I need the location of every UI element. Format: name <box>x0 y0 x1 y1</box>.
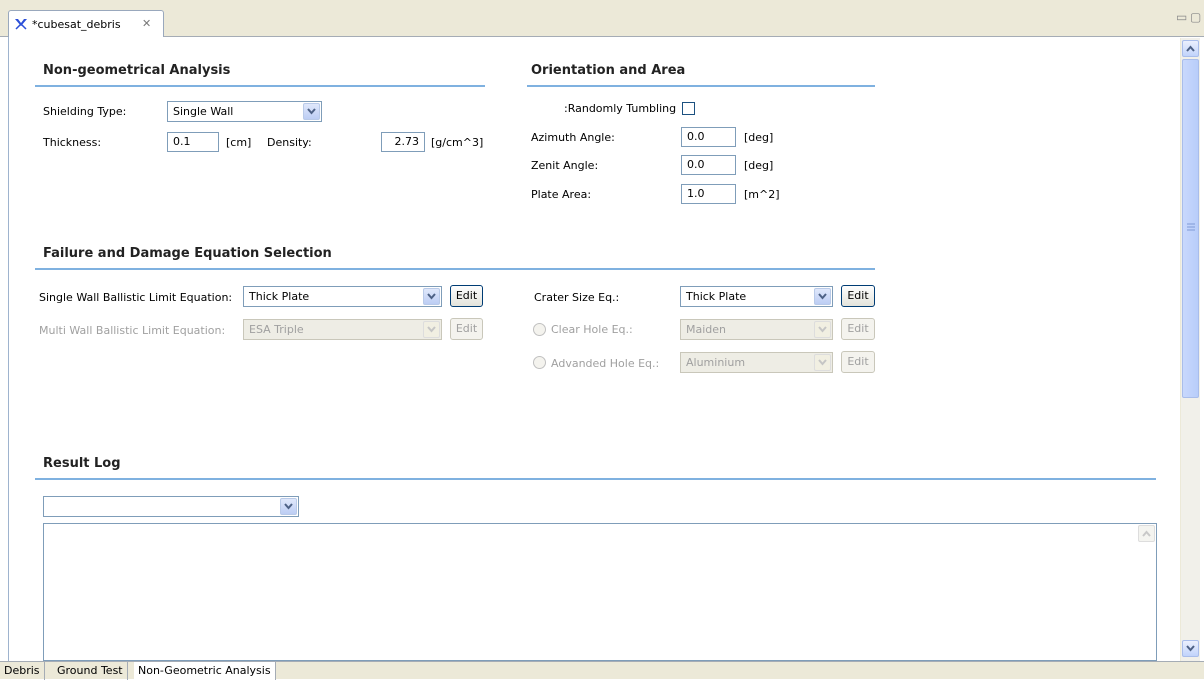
chevron-down-icon[interactable] <box>814 288 831 305</box>
minimize-icon[interactable]: ▭ <box>1176 10 1187 24</box>
multi-wall-edit-button[interactable]: Edit <box>450 318 483 340</box>
clear-hole-label: Clear Hole Eq.: <box>551 323 633 336</box>
advanded-hole-value: Aluminium <box>686 356 746 369</box>
azimuth-angle-input[interactable]: 0.0 <box>681 127 736 147</box>
chevron-down-icon[interactable] <box>303 103 320 120</box>
scrollbar-thumb[interactable] <box>1182 59 1199 398</box>
crater-size-label: Crater Size Eq.: <box>534 291 620 304</box>
crater-size-edit-button[interactable]: Edit <box>841 285 875 307</box>
result-log-title: Result Log <box>43 456 121 471</box>
thickness-input[interactable]: 0.1 <box>167 132 219 152</box>
result-log-selector[interactable] <box>43 496 299 517</box>
plate-area-unit: [m^2] <box>744 188 780 201</box>
advanded-hole-radio[interactable] <box>533 356 546 369</box>
editor-tab-label: *cubesat_debris <box>32 18 121 31</box>
editor-vertical-scrollbar[interactable] <box>1180 38 1200 661</box>
tab-debris[interactable]: Debris <box>0 662 45 680</box>
result-log-textarea[interactable] <box>43 523 1157 661</box>
shielding-type-value: Single Wall <box>173 105 234 118</box>
chevron-down-icon[interactable] <box>423 288 440 305</box>
crater-size-value: Thick Plate <box>686 290 747 303</box>
shielding-type-select[interactable]: Single Wall <box>167 101 322 122</box>
zenit-angle-unit: [deg] <box>744 159 774 172</box>
density-unit: [g/cm^3] <box>431 136 484 149</box>
randomly-tumbling-label: :Randomly Tumbling <box>564 102 677 115</box>
advanded-hole-select[interactable]: Aluminium <box>680 352 833 373</box>
non-geometrical-rule <box>35 85 485 87</box>
azimuth-angle-unit: [deg] <box>744 131 774 144</box>
failure-title: Failure and Damage Equation Selection <box>43 246 332 261</box>
tab-ground-test[interactable]: Ground Test <box>53 662 128 680</box>
density-input[interactable]: 2.73 <box>381 132 425 152</box>
shielding-type-label: Shielding Type: <box>43 105 127 118</box>
log-scroll-up-icon[interactable] <box>1138 525 1155 542</box>
editor-tab-bar: *cubesat_debris ✕ ▭ ▢ <box>0 0 1204 37</box>
density-label: Density: <box>267 136 312 149</box>
crater-size-select[interactable]: Thick Plate <box>680 286 833 307</box>
orientation-title: Orientation and Area <box>531 63 686 78</box>
scroll-down-icon[interactable] <box>1182 640 1199 657</box>
page-tab-bar: Debris Ground Test Non-Geometric Analysi… <box>0 661 1204 680</box>
thickness-label: Thickness: <box>43 136 102 149</box>
chevron-down-icon[interactable] <box>814 354 831 371</box>
advanded-hole-label: Advanded Hole Eq.: <box>551 357 660 370</box>
grip-icon <box>1187 223 1195 231</box>
single-wall-label: Single Wall Ballistic Limit Equation: <box>39 291 233 304</box>
clear-hole-edit-button[interactable]: Edit <box>841 318 875 340</box>
clear-hole-value: Maiden <box>686 323 727 336</box>
zenit-angle-label: Zenit Angle: <box>531 159 599 172</box>
failure-rule <box>35 268 875 270</box>
tab-non-geometric-analysis[interactable]: Non-Geometric Analysis <box>134 662 276 680</box>
plate-area-input[interactable]: 1.0 <box>681 184 736 204</box>
editor-tab-cubesat-debris[interactable]: *cubesat_debris ✕ <box>8 10 164 37</box>
single-wall-select[interactable]: Thick Plate <box>243 286 442 307</box>
orientation-rule <box>527 85 875 87</box>
single-wall-edit-button[interactable]: Edit <box>450 285 483 307</box>
eclipse-plugin-icon <box>15 19 27 30</box>
single-wall-value: Thick Plate <box>249 290 310 303</box>
clear-hole-select[interactable]: Maiden <box>680 319 833 340</box>
close-icon[interactable]: ✕ <box>142 17 151 30</box>
chevron-down-icon[interactable] <box>280 498 297 515</box>
azimuth-angle-label: Azimuth Angle: <box>531 131 615 144</box>
multi-wall-label: Multi Wall Ballistic Limit Equation: <box>39 324 226 337</box>
clear-hole-radio[interactable] <box>533 323 546 336</box>
advanded-hole-edit-button[interactable]: Edit <box>841 351 875 373</box>
non-geometrical-title: Non-geometrical Analysis <box>43 63 231 78</box>
randomly-tumbling-checkbox[interactable] <box>682 102 695 115</box>
result-log-rule <box>35 478 1156 480</box>
maximize-icon[interactable]: ▢ <box>1190 10 1201 24</box>
chevron-down-icon[interactable] <box>814 321 831 338</box>
multi-wall-select[interactable]: ESA Triple <box>243 319 442 340</box>
multi-wall-value: ESA Triple <box>249 323 304 336</box>
thickness-unit: [cm] <box>226 136 252 149</box>
chevron-down-icon[interactable] <box>423 321 440 338</box>
scroll-up-icon[interactable] <box>1182 40 1199 57</box>
plate-area-label: Plate Area: <box>531 188 592 201</box>
zenit-angle-input[interactable]: 0.0 <box>681 155 736 175</box>
